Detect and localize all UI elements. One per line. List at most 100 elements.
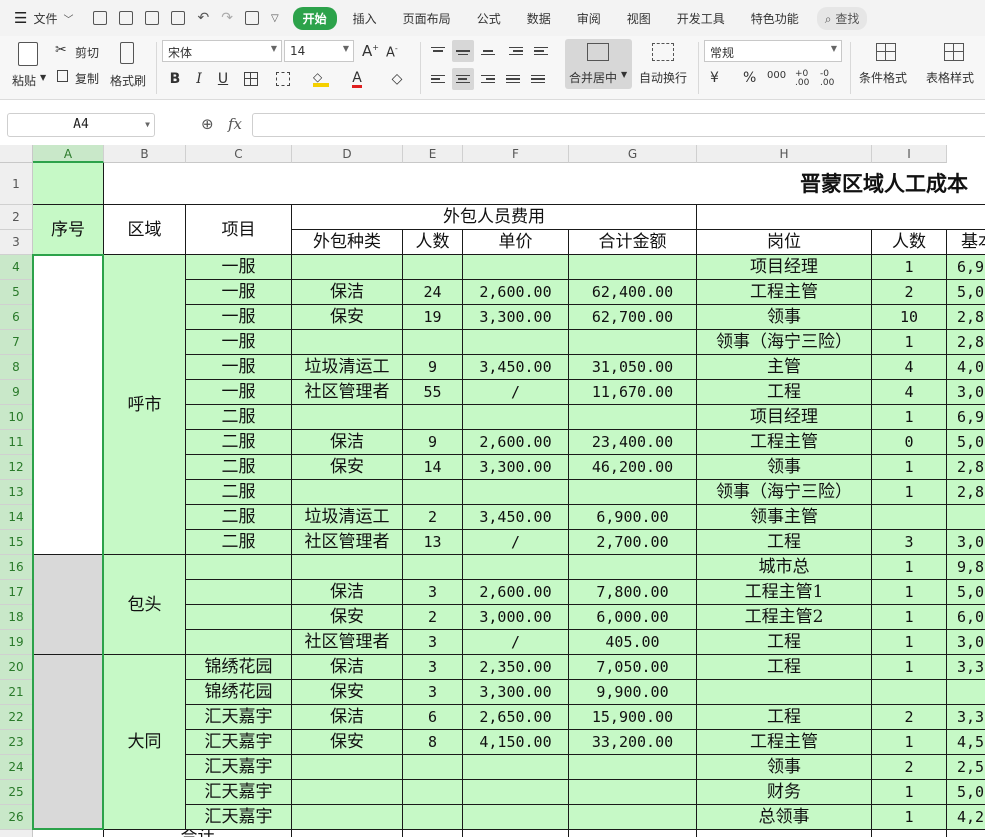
- column-header[interactable]: D: [292, 145, 403, 163]
- project-cell[interactable]: 汇天嘉宇: [186, 780, 292, 805]
- outsource-type-cell[interactable]: [292, 780, 403, 805]
- unit-price-cell[interactable]: 4,150.00: [463, 730, 569, 755]
- increase-decimal-button[interactable]: +0 .00: [795, 70, 815, 88]
- decrease-decimal-button[interactable]: -0 .00: [820, 70, 840, 88]
- headcount-cell[interactable]: 6: [403, 705, 463, 730]
- project-cell[interactable]: 一服: [186, 355, 292, 380]
- project-cell[interactable]: 二服: [186, 455, 292, 480]
- file-menu[interactable]: 文件: [33, 10, 57, 27]
- footer-cell[interactable]: [569, 830, 697, 837]
- base-salary-cell[interactable]: 5,0: [947, 580, 985, 605]
- unit-price-cell[interactable]: /: [463, 530, 569, 555]
- header-base-salary[interactable]: 基本: [947, 230, 985, 255]
- print-icon[interactable]: [145, 11, 160, 25]
- base-salary-cell[interactable]: 4,0: [947, 355, 985, 380]
- headcount-cell[interactable]: 14: [403, 455, 463, 480]
- total-cell[interactable]: [569, 555, 697, 580]
- project-cell[interactable]: [186, 605, 292, 630]
- headcount-cell[interactable]: 3: [403, 680, 463, 705]
- post-cell[interactable]: 工程: [697, 630, 872, 655]
- undo-icon[interactable]: ↶: [197, 10, 209, 26]
- outsource-type-cell[interactable]: 保安: [292, 455, 403, 480]
- headcount-cell[interactable]: 13: [403, 530, 463, 555]
- post-cell[interactable]: 工程主管2: [697, 605, 872, 630]
- thousands-button[interactable]: 000: [767, 70, 786, 81]
- total-cell[interactable]: [569, 480, 697, 505]
- format-painter-button[interactable]: 格式刷: [108, 40, 150, 96]
- post-cell[interactable]: 领事（海宁三险）: [697, 330, 872, 355]
- total-cell[interactable]: 7,050.00: [569, 655, 697, 680]
- total-cell[interactable]: 6,900.00: [569, 505, 697, 530]
- font-size-select[interactable]: 14 ▼: [284, 40, 354, 62]
- select-all-corner[interactable]: [0, 145, 33, 163]
- base-salary-cell[interactable]: 9,8: [947, 555, 985, 580]
- headcount-cell[interactable]: [403, 480, 463, 505]
- tab-developer[interactable]: 开发工具: [677, 10, 725, 27]
- total-cell[interactable]: 15,900.00: [569, 705, 697, 730]
- total-cell[interactable]: 9,900.00: [569, 680, 697, 705]
- outsource-type-cell[interactable]: 保安: [292, 305, 403, 330]
- total-cell[interactable]: 11,670.00: [569, 380, 697, 405]
- project-cell[interactable]: [186, 630, 292, 655]
- column-header[interactable]: B: [104, 145, 186, 163]
- base-salary-cell[interactable]: 4,2: [947, 805, 985, 830]
- justify-icon[interactable]: [502, 68, 524, 90]
- headcount-cell[interactable]: 3: [403, 655, 463, 680]
- post-count-cell[interactable]: 1: [872, 655, 947, 680]
- footer-cell[interactable]: [947, 830, 985, 837]
- new-file-icon[interactable]: [93, 11, 108, 25]
- outsource-type-cell[interactable]: 垃圾清运工: [292, 505, 403, 530]
- base-salary-cell[interactable]: 2,8: [947, 305, 985, 330]
- merge-center-button[interactable]: 合并居中 ▼: [565, 39, 632, 89]
- footer-seq-cell[interactable]: [33, 830, 104, 837]
- bold-button[interactable]: B: [164, 68, 186, 90]
- tab-page-layout[interactable]: 页面布局: [403, 10, 451, 27]
- header-project[interactable]: 项目: [186, 205, 292, 255]
- headcount-cell[interactable]: 24: [403, 280, 463, 305]
- row-header[interactable]: 26: [0, 805, 33, 830]
- post-cell[interactable]: 项目经理: [697, 255, 872, 280]
- total-cell[interactable]: [569, 255, 697, 280]
- align-right-icon[interactable]: [477, 68, 499, 90]
- row-header[interactable]: 27: [0, 830, 33, 837]
- unit-price-cell[interactable]: 3,300.00: [463, 455, 569, 480]
- base-salary-cell[interactable]: 2,8: [947, 455, 985, 480]
- base-salary-cell[interactable]: 3,0: [947, 530, 985, 555]
- post-cell[interactable]: 领事: [697, 755, 872, 780]
- post-count-cell[interactable]: 10: [872, 305, 947, 330]
- tab-review[interactable]: 审阅: [577, 10, 601, 27]
- project-cell[interactable]: 一服: [186, 280, 292, 305]
- project-cell[interactable]: [186, 555, 292, 580]
- outsource-type-cell[interactable]: [292, 405, 403, 430]
- tab-formulas[interactable]: 公式: [477, 10, 501, 27]
- row-header[interactable]: 3: [0, 230, 33, 255]
- row-header[interactable]: 7: [0, 330, 33, 355]
- post-cell[interactable]: 总领事: [697, 805, 872, 830]
- font-name-select[interactable]: 宋体 ▼: [162, 40, 282, 62]
- unit-price-cell[interactable]: 3,300.00: [463, 305, 569, 330]
- unit-price-cell[interactable]: [463, 780, 569, 805]
- project-cell[interactable]: 汇天嘉宇: [186, 805, 292, 830]
- seq-cell[interactable]: [33, 255, 104, 555]
- outsource-type-cell[interactable]: [292, 480, 403, 505]
- post-cell[interactable]: [697, 680, 872, 705]
- headcount-cell[interactable]: 3: [403, 580, 463, 605]
- row-header[interactable]: 17: [0, 580, 33, 605]
- wrap-text-button[interactable]: 自动换行: [636, 39, 692, 89]
- seq-cell[interactable]: [33, 555, 104, 655]
- unit-price-cell[interactable]: /: [463, 380, 569, 405]
- base-salary-cell[interactable]: 6,9: [947, 255, 985, 280]
- project-cell[interactable]: 二服: [186, 430, 292, 455]
- base-salary-cell[interactable]: 6,9: [947, 405, 985, 430]
- column-header[interactable]: I: [872, 145, 947, 163]
- number-format-select[interactable]: 常规 ▼: [704, 40, 842, 62]
- cut-button[interactable]: ✂ 剪切: [55, 42, 105, 60]
- total-cell[interactable]: 33,200.00: [569, 730, 697, 755]
- hamburger-icon[interactable]: ☰: [14, 9, 27, 27]
- footer-cell[interactable]: [292, 830, 403, 837]
- unit-price-cell[interactable]: 2,600.00: [463, 580, 569, 605]
- total-cell[interactable]: 62,700.00: [569, 305, 697, 330]
- post-count-cell[interactable]: 1: [872, 255, 947, 280]
- align-middle-icon[interactable]: [452, 40, 474, 62]
- post-count-cell[interactable]: 1: [872, 630, 947, 655]
